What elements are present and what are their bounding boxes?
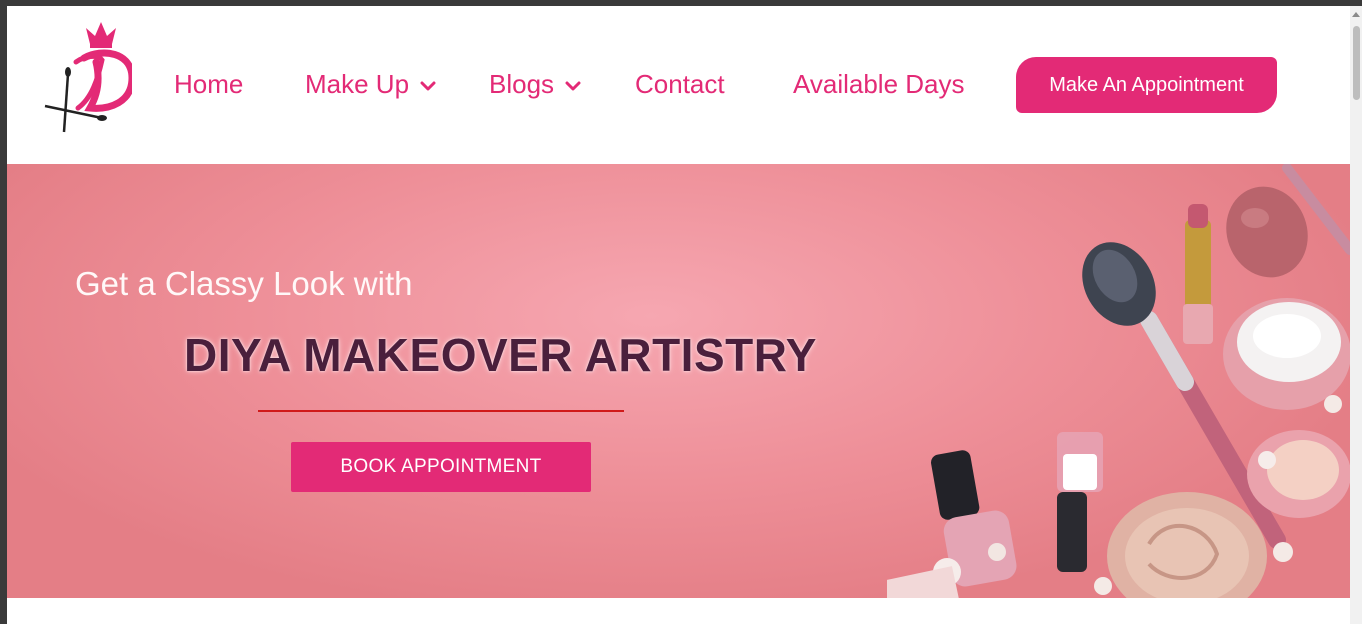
vertical-scrollbar[interactable] [1350,6,1362,624]
chevron-down-icon [420,81,436,91]
nav-available-days-label: Available Days [793,69,965,99]
hero-title: DIYA MAKEOVER ARTISTRY [184,329,817,381]
book-appointment-label: BOOK APPOINTMENT [340,456,542,477]
nav-home[interactable]: Home [174,68,243,100]
hero-banner: Get a Classy Look with DIYA MAKEOVER ART… [7,164,1350,598]
hero-subtitle: Get a Classy Look with [75,265,413,302]
nav-contact[interactable]: Contact [635,68,725,100]
makeup-products-image [887,164,1350,598]
chevron-down-icon [565,81,581,91]
nav-available-days[interactable]: Available Days [793,68,965,100]
make-appointment-label: Make An Appointment [1049,73,1244,96]
scroll-thumb[interactable] [1353,26,1360,100]
nav-contact-label: Contact [635,69,725,99]
scroll-up-icon[interactable] [1352,12,1360,17]
nav-blogs[interactable]: Blogs [489,68,581,100]
page-content-below [7,598,1350,624]
nav-makeup-label: Make Up [305,69,410,99]
book-appointment-button[interactable]: BOOK APPOINTMENT [291,442,591,492]
logo[interactable] [40,18,132,136]
nav-makeup[interactable]: Make Up [305,68,436,100]
nav-blogs-label: Blogs [489,69,555,99]
browser-viewport: Home Make Up Blogs Contact Available Day… [7,6,1350,624]
site-header: Home Make Up Blogs Contact Available Day… [7,6,1350,164]
hero-divider [258,410,624,412]
nav-home-label: Home [174,69,244,99]
make-appointment-button[interactable]: Make An Appointment [1016,57,1277,113]
